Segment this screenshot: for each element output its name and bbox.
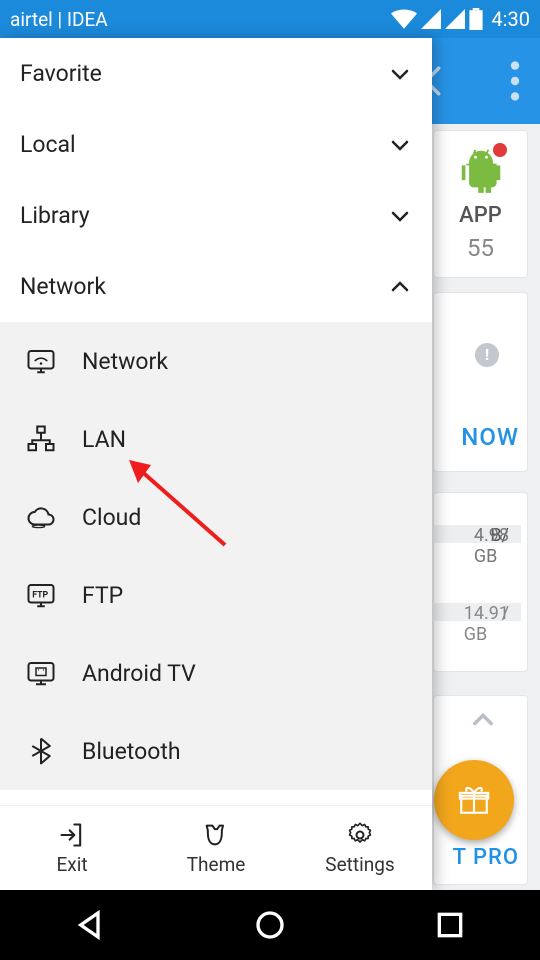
storage-bar: /14.91 GB [432,603,521,621]
chevron-up-icon [469,706,497,734]
network-monitor-icon [26,346,56,376]
network-submenu: Network LAN Cloud FTP FTP Android TV [0,322,432,790]
item-label: Bluetooth [82,738,181,765]
overflow-menu-icon[interactable] [510,60,520,102]
wifi-icon [391,9,417,29]
nav-recents-icon[interactable] [434,909,466,941]
drawer-item-cloud[interactable]: Cloud [0,478,432,556]
info-icon: ! [475,343,499,367]
nav-home-icon[interactable] [254,909,286,941]
drawer-section-network[interactable]: Network [0,251,432,322]
svg-text:FTP: FTP [32,591,48,601]
system-nav-bar [0,890,540,960]
navigation-drawer: Favorite Local Library Network Network [0,38,432,890]
promo-action-label: NOW [461,423,519,451]
app-card-label: APP [459,203,502,228]
carrier-label: airtel | IDEA [10,8,108,31]
chevron-down-icon [388,133,412,157]
tv-icon [26,658,56,688]
item-label: Network [82,348,168,375]
home-promo-card[interactable]: ! NOW [433,292,528,472]
button-label: Settings [325,853,394,876]
drawer-section-local[interactable]: Local [0,109,432,180]
theme-icon [202,821,230,849]
battery-icon [469,8,483,30]
gift-icon [457,783,491,817]
drawer-section-library[interactable]: Library [0,180,432,251]
status-bar: airtel | IDEA 4:30 [0,0,540,38]
drawer-item-androidtv[interactable]: Android TV [0,634,432,712]
item-label: Android TV [82,660,196,687]
nav-back-icon[interactable] [74,909,106,941]
drawer-bottom-bar: Exit Theme Settings [0,805,432,890]
exit-icon [58,821,86,849]
drawer-item-network[interactable]: Network [0,322,432,400]
app-card-count: 55 [467,234,494,262]
chevron-down-icon [388,204,412,228]
settings-button[interactable]: Settings [288,806,432,890]
chevron-down-icon [388,62,412,86]
pro-card-label: T PRO [453,845,519,870]
theme-button[interactable]: Theme [144,806,288,890]
item-label: FTP [82,582,123,609]
drawer-item-lan[interactable]: LAN [0,400,432,478]
button-label: Exit [56,853,87,876]
home-app-card[interactable]: APP 55 [433,130,528,278]
section-label: Local [20,131,76,158]
drawer-section-favorite[interactable]: Favorite [0,38,432,109]
lan-icon [26,424,56,454]
section-label: Favorite [20,60,102,87]
signal-icon [421,9,441,29]
bluetooth-icon [26,736,56,766]
storage-bar: B/4.98 GB [432,525,521,543]
chevron-up-icon [388,275,412,299]
item-label: LAN [82,426,126,453]
signal-icon [445,9,465,29]
exit-button[interactable]: Exit [0,806,144,890]
cloud-icon [26,502,56,532]
section-label: Library [20,202,90,229]
section-label: Network [20,273,106,300]
drawer-item-ftp[interactable]: FTP FTP [0,556,432,634]
notification-dot [493,143,507,157]
drawer-item-bluetooth[interactable]: Bluetooth [0,712,432,790]
clock-label: 4:30 [491,7,530,31]
item-label: Cloud [82,504,141,531]
ftp-icon: FTP [26,580,56,610]
home-storage-card[interactable]: B/4.98 GB /14.91 GB [433,492,528,672]
gift-fab[interactable] [434,760,514,840]
settings-icon [346,821,374,849]
button-label: Theme [187,853,246,876]
